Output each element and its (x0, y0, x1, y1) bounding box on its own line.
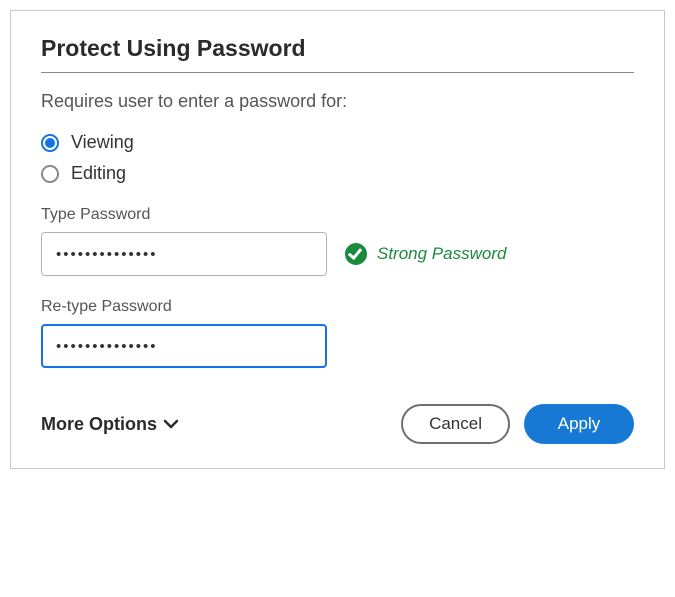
apply-button[interactable]: Apply (524, 404, 634, 444)
type-password-row: Strong Password (41, 232, 634, 276)
cancel-button[interactable]: Cancel (401, 404, 510, 444)
dialog-title: Protect Using Password (41, 35, 634, 62)
password-protect-dialog: Protect Using Password Requires user to … (10, 10, 665, 469)
chevron-down-icon (163, 418, 179, 430)
dialog-subtitle: Requires user to enter a password for: (41, 91, 634, 112)
radio-editing-label: Editing (71, 163, 126, 184)
password-strength: Strong Password (345, 243, 506, 265)
protection-mode-group: Viewing Editing (41, 132, 634, 184)
radio-editing[interactable]: Editing (41, 163, 634, 184)
more-options-toggle[interactable]: More Options (41, 414, 179, 435)
check-icon (345, 243, 367, 265)
dialog-footer: More Options Cancel Apply (41, 404, 634, 444)
retype-password-row (41, 324, 634, 368)
radio-unchecked-icon (41, 165, 59, 183)
retype-password-label: Re-type Password (41, 298, 634, 316)
password-strength-text: Strong Password (377, 244, 506, 264)
radio-viewing[interactable]: Viewing (41, 132, 634, 153)
button-group: Cancel Apply (401, 404, 634, 444)
retype-password-input[interactable] (41, 324, 327, 368)
more-options-label: More Options (41, 414, 157, 435)
divider (41, 72, 634, 73)
radio-checked-icon (41, 134, 59, 152)
radio-viewing-label: Viewing (71, 132, 134, 153)
type-password-label: Type Password (41, 206, 634, 224)
type-password-input[interactable] (41, 232, 327, 276)
